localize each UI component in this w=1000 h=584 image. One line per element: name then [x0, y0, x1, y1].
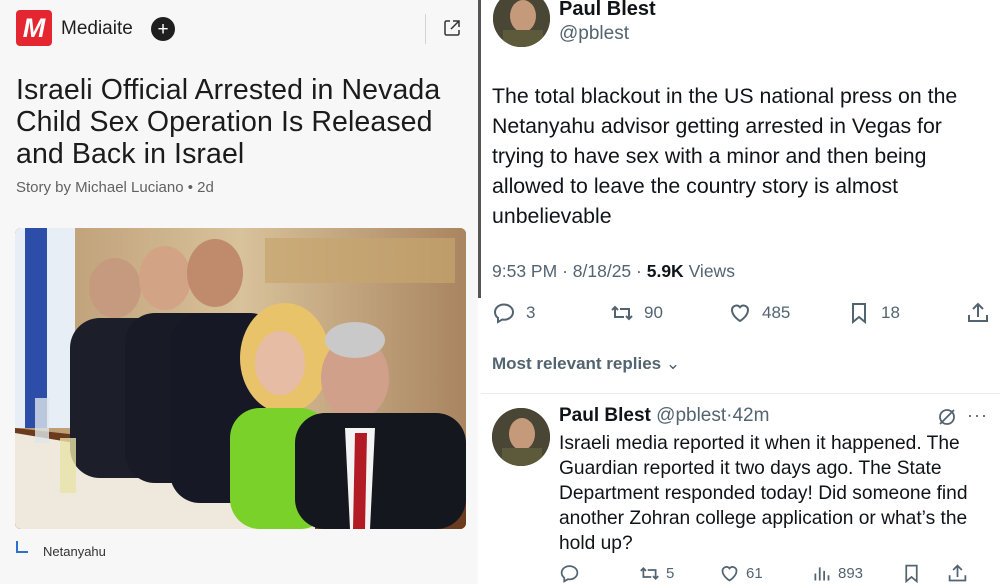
follow-publisher-button[interactable]: + — [151, 17, 175, 41]
tweet-views-label: Views — [688, 261, 735, 281]
mediaite-logo[interactable]: M — [16, 10, 52, 46]
repost-icon — [611, 305, 633, 321]
bookmark-button[interactable]: 18 — [847, 301, 900, 325]
reply-like-button[interactable]: 61 — [719, 563, 763, 584]
replies-divider — [481, 393, 1000, 394]
analytics-icon — [814, 567, 830, 581]
external-link-icon[interactable] — [442, 18, 462, 38]
tweet-panel: Paul Blest @pblest The total blackout in… — [481, 0, 1000, 584]
reply-repost-count: 5 — [666, 565, 675, 582]
reply-avatar-illustration — [492, 408, 550, 466]
share-icon — [948, 564, 967, 582]
repost-count: 90 — [644, 303, 663, 322]
caption-corner-icon — [16, 541, 28, 553]
tweet-date[interactable]: 8/18/25 — [573, 261, 631, 281]
reply-icon — [560, 565, 579, 583]
reply-bookmark-button[interactable] — [901, 563, 922, 584]
reply-reply-button[interactable] — [559, 563, 580, 584]
bookmark-icon — [852, 303, 866, 325]
repost-button[interactable]: 90 — [610, 301, 663, 325]
article-headline[interactable]: Israeli Official Arrested in Nevada Chil… — [16, 74, 471, 170]
like-button[interactable]: 485 — [728, 301, 790, 325]
bookmark-icon — [905, 564, 918, 584]
reply-share-button[interactable] — [947, 563, 968, 584]
reply-author-name[interactable]: Paul Blest — [559, 405, 651, 426]
meeting-photo-illustration — [15, 228, 466, 529]
reply-text: Israeli media reported it when it happen… — [559, 433, 968, 554]
article-byline: Story by Michael Luciano • 2d — [16, 179, 214, 196]
tweet-time[interactable]: 9:53 PM — [492, 261, 557, 281]
reply-age[interactable]: 42m — [732, 405, 769, 426]
reply-icon — [493, 303, 515, 324]
tweet-actions: 3 90 485 18 — [492, 301, 992, 327]
tweet-meta: 9:53 PM · 8/18/25 · 5.9K Views — [492, 261, 735, 281]
photo-caption: Netanyahu — [43, 544, 106, 559]
replies-sort-dropdown[interactable]: Most relevant replies ⌄ — [492, 354, 680, 374]
more-options-icon[interactable]: ··· — [967, 405, 988, 426]
share-icon — [968, 302, 988, 322]
tweet-author-handle[interactable]: @pblest — [559, 23, 629, 45]
heart-icon — [730, 304, 750, 323]
article-panel: M Mediaite + Israeli Official Arrested i… — [0, 0, 478, 584]
article-topbar: M Mediaite + — [0, 0, 478, 58]
reply-repost-button[interactable]: 5 — [639, 563, 674, 584]
heart-icon — [721, 566, 738, 582]
reply-header: Paul Blest @pblest·42m — [559, 405, 770, 426]
reply-button[interactable]: 3 — [492, 301, 535, 325]
share-button[interactable] — [966, 301, 990, 325]
reply-actions: 5 61 893 — [559, 563, 989, 584]
topbar-divider — [425, 14, 426, 44]
like-count: 485 — [762, 303, 791, 322]
plus-icon: + — [157, 18, 169, 40]
reply-views-button[interactable]: 893 — [811, 563, 863, 584]
repost-icon — [640, 567, 659, 580]
grok-icon[interactable] — [937, 407, 957, 427]
reply-like-count: 61 — [746, 565, 763, 582]
tweet-views-count: 5.9K — [646, 261, 684, 281]
reply-avatar[interactable] — [492, 408, 550, 466]
avatar-illustration — [493, 0, 550, 47]
reply-author-handle[interactable]: @pblest — [656, 405, 726, 426]
chevron-down-icon: ⌄ — [665, 354, 681, 373]
tweet-author-name[interactable]: Paul Blest — [559, 0, 656, 21]
reply-views-count: 893 — [838, 565, 864, 582]
publisher-name[interactable]: Mediaite — [61, 18, 133, 40]
reply-count: 3 — [526, 303, 536, 322]
article-photo[interactable] — [15, 228, 466, 529]
tweet-text: The total blackout in the US national pr… — [492, 84, 958, 228]
avatar[interactable] — [493, 0, 550, 47]
bookmark-count: 18 — [881, 303, 900, 322]
